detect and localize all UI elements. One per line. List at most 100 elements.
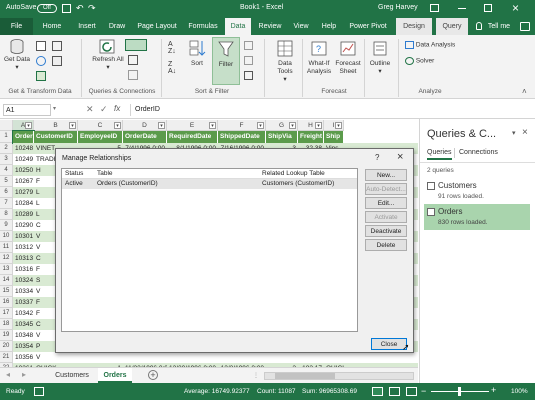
- row-header[interactable]: 3: [0, 154, 13, 165]
- row-header[interactable]: 6: [0, 187, 13, 198]
- table-cell[interactable]: 10356: [13, 352, 34, 363]
- chevron-down-icon[interactable]: ▾: [53, 105, 56, 112]
- save-icon[interactable]: [62, 4, 71, 13]
- split-handle-icon[interactable]: ⋮: [253, 372, 259, 379]
- what-if-analysis-button[interactable]: ? What-If Analysis: [304, 38, 334, 76]
- data-analysis-button[interactable]: Data Analysis: [405, 41, 455, 49]
- row-header[interactable]: 13: [0, 264, 13, 275]
- scroll-right-icon[interactable]: ▸: [22, 370, 26, 379]
- macro-record-icon[interactable]: [34, 387, 44, 396]
- tell-me-search[interactable]: Tell me: [484, 18, 514, 35]
- filter-dropdown-icon[interactable]: ▾: [158, 122, 165, 129]
- row-header[interactable]: 18: [0, 319, 13, 330]
- tab-formulas[interactable]: Formulas: [184, 18, 222, 35]
- tab-view[interactable]: View: [289, 18, 313, 35]
- cancel-icon[interactable]: ✕: [86, 104, 94, 115]
- table-header-cell[interactable]: Freight: [298, 131, 324, 143]
- clear-filter-icon[interactable]: [244, 41, 253, 50]
- row-header[interactable]: 9: [0, 220, 13, 231]
- row-header[interactable]: 4: [0, 165, 13, 176]
- row-header[interactable]: 2: [0, 143, 13, 154]
- table-cell[interactable]: 10279: [13, 187, 34, 198]
- queries-connections-icon[interactable]: [125, 39, 147, 51]
- row-header[interactable]: 12: [0, 253, 13, 264]
- row-header[interactable]: 16: [0, 297, 13, 308]
- query-item-orders[interactable]: Orders 830 rows loaded.: [424, 204, 530, 230]
- zoom-out-icon[interactable]: −: [421, 386, 426, 396]
- insert-function-icon[interactable]: fx: [114, 104, 120, 113]
- table-header-cell[interactable]: CustomerID: [34, 131, 78, 143]
- solver-button[interactable]: Solver: [405, 57, 434, 65]
- scroll-left-icon[interactable]: ◂: [6, 370, 10, 379]
- row-header[interactable]: 14: [0, 275, 13, 286]
- sort-button[interactable]: Sort: [184, 38, 210, 68]
- filter-dropdown-icon[interactable]: ▾: [315, 122, 322, 129]
- table-cell[interactable]: 10348: [13, 330, 34, 341]
- forecast-sheet-button[interactable]: Forecast Sheet: [334, 38, 362, 76]
- row-header[interactable]: 5: [0, 176, 13, 187]
- data-tools-button[interactable]: Data Tools ▾: [270, 38, 300, 84]
- tab-query[interactable]: Query: [436, 18, 468, 35]
- table-cell[interactable]: 10284: [13, 198, 34, 209]
- table-header-cell[interactable]: Ship: [324, 131, 344, 143]
- query-item-customers[interactable]: Customers 91 rows loaded.: [424, 179, 530, 203]
- row-header[interactable]: 20: [0, 341, 13, 352]
- table-cell[interactable]: 10324: [13, 275, 34, 286]
- scrollbar-thumb[interactable]: [275, 373, 335, 379]
- reapply-icon[interactable]: [244, 56, 253, 65]
- select-all-corner[interactable]: [0, 120, 13, 131]
- add-sheet-icon[interactable]: +: [148, 370, 158, 380]
- dialog-close-icon[interactable]: ×: [397, 151, 403, 163]
- maximize-icon[interactable]: [484, 4, 492, 12]
- zoom-level[interactable]: 100%: [511, 388, 528, 395]
- from-web-icon[interactable]: [36, 56, 46, 66]
- table-cell[interactable]: 10316: [13, 264, 34, 275]
- table-cell[interactable]: V: [34, 352, 78, 363]
- row-header[interactable]: 7: [0, 198, 13, 209]
- tab-review[interactable]: Review: [255, 18, 285, 35]
- table-cell[interactable]: 10248: [13, 143, 34, 154]
- from-text-icon[interactable]: [36, 41, 46, 51]
- table-cell[interactable]: 10267: [13, 176, 34, 187]
- table-header-cell[interactable]: RequiredDate: [167, 131, 218, 143]
- tab-help[interactable]: Help: [317, 18, 341, 35]
- row-header[interactable]: 19: [0, 330, 13, 341]
- existing-connections-icon[interactable]: [52, 56, 62, 66]
- advanced-filter-icon[interactable]: [244, 71, 253, 80]
- collapse-ribbon-icon[interactable]: ˄: [522, 87, 527, 96]
- row-header[interactable]: 11: [0, 242, 13, 253]
- help-icon[interactable]: ?: [375, 153, 379, 162]
- tab-page-layout[interactable]: Page Layout: [134, 18, 180, 35]
- table-cell[interactable]: 10312: [13, 242, 34, 253]
- tab-draw[interactable]: Draw: [104, 18, 130, 35]
- filter-dropdown-icon[interactable]: ▾: [209, 122, 216, 129]
- name-box[interactable]: A1: [3, 104, 51, 116]
- close-icon[interactable]: ×: [512, 1, 519, 15]
- filter-dropdown-icon[interactable]: ▾: [25, 122, 32, 129]
- table-cell[interactable]: 10289: [13, 209, 34, 220]
- tab-insert[interactable]: Insert: [72, 18, 102, 35]
- filter-dropdown-icon[interactable]: ▾: [114, 122, 121, 129]
- table-cell[interactable]: 10250: [13, 165, 34, 176]
- tab-design[interactable]: Design: [396, 18, 432, 35]
- relationship-row[interactable]: Active Orders (CustomerID) Customers (Cu…: [62, 179, 357, 189]
- tab-queries[interactable]: Queries: [427, 149, 452, 160]
- table-cell[interactable]: 10342: [13, 308, 34, 319]
- table-header-cell[interactable]: OrderDate: [123, 131, 167, 143]
- get-data-button[interactable]: Get Data ▾: [4, 38, 30, 72]
- page-layout-view-icon[interactable]: [389, 387, 400, 396]
- zoom-in-icon[interactable]: +: [491, 385, 496, 395]
- page-break-view-icon[interactable]: [406, 387, 417, 396]
- enter-icon[interactable]: ✓: [100, 104, 108, 115]
- table-cell[interactable]: 10313: [13, 253, 34, 264]
- filter-dropdown-icon[interactable]: ▾: [257, 122, 264, 129]
- tab-connections[interactable]: Connections: [459, 149, 498, 156]
- refresh-all-button[interactable]: Refresh All ▾: [92, 38, 124, 72]
- auto-detect-button[interactable]: Auto-Detect...: [365, 183, 407, 195]
- horizontal-scrollbar[interactable]: [264, 372, 414, 380]
- row-header[interactable]: 1: [0, 131, 13, 143]
- redo-icon[interactable]: ↷: [88, 3, 96, 14]
- table-header-cell[interactable]: ShipVia: [266, 131, 298, 143]
- row-header[interactable]: 21: [0, 352, 13, 363]
- properties-icon[interactable]: [128, 55, 138, 65]
